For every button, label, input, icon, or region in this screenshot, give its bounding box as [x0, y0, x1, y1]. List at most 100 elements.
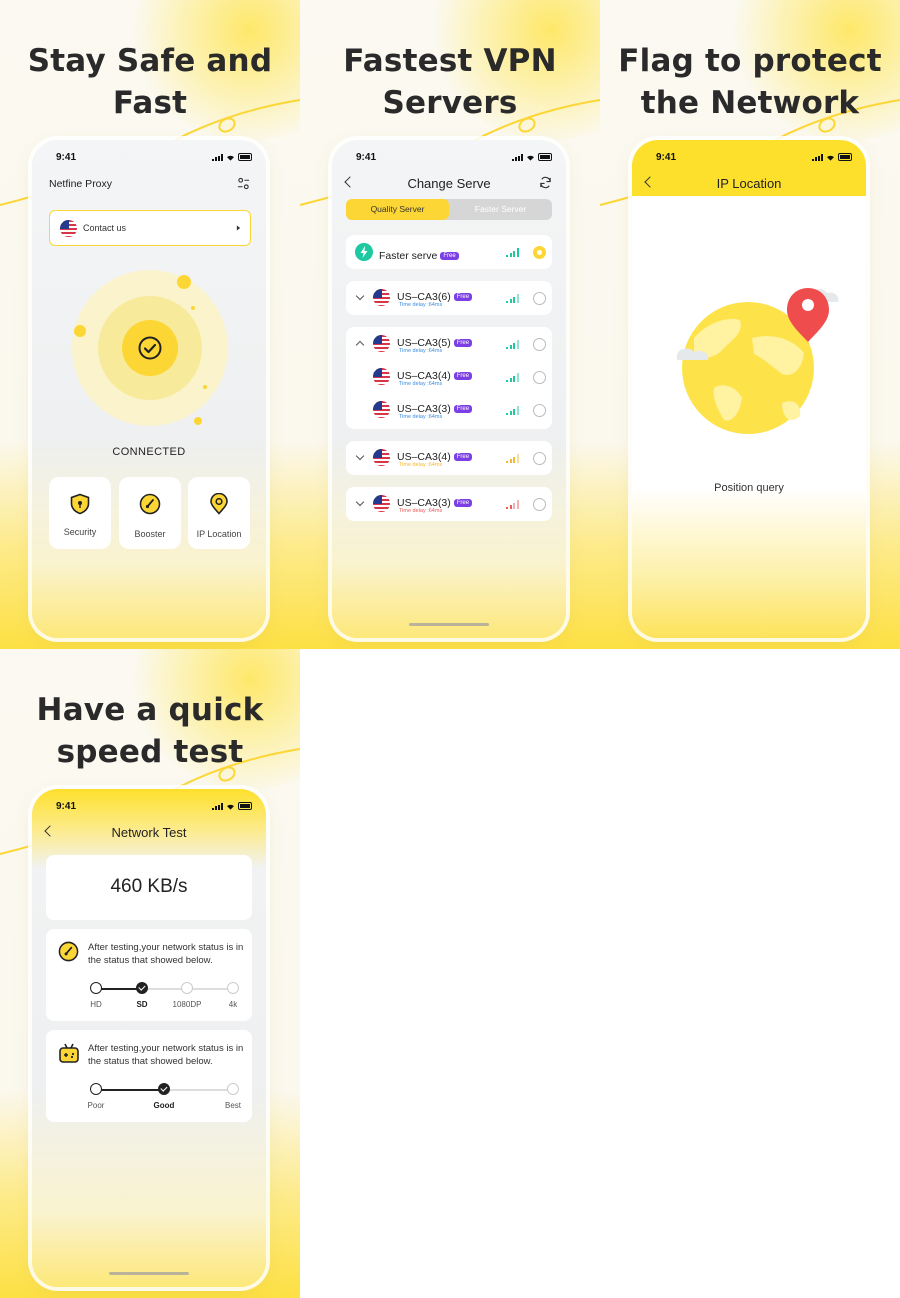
faster-serve-row[interactable]: Faster serve Free [346, 235, 552, 269]
wifi-icon [227, 155, 234, 161]
server-radio-selected[interactable] [533, 246, 546, 259]
page-title: Change Serve [407, 176, 491, 191]
phone-mockup: 9:41 Change Serve Quality Server Faster … [332, 140, 566, 638]
ip-location-feature-button[interactable]: IP Location [188, 477, 250, 549]
refresh-icon[interactable] [539, 176, 552, 189]
panel-ip-location: Flag to protect the Network 9:41 IP Loca… [600, 0, 900, 649]
signal-strength-icon [506, 294, 519, 303]
settings-sliders-icon[interactable] [237, 177, 250, 190]
status-bar: 9:41 [32, 140, 266, 170]
video-quality-card: After testing,your network status is in … [46, 929, 252, 1021]
wifi-icon [227, 804, 234, 810]
server-group-us-ca3-4[interactable]: US–CA3(4) Free Time delay :64ms [346, 441, 552, 475]
tab-faster-server[interactable]: Faster Server [449, 199, 552, 220]
progress-track [164, 1089, 233, 1091]
server-radio[interactable] [533, 292, 546, 305]
server-radio[interactable] [533, 338, 546, 351]
page-title: IP Location [716, 176, 782, 191]
free-badge: Free [453, 372, 473, 380]
server-radio[interactable] [533, 452, 546, 465]
check-circle-icon [138, 336, 162, 360]
us-flag-icon [373, 289, 390, 306]
step-best [227, 1083, 239, 1095]
status-bar: 9:41 [632, 140, 866, 170]
panel-fastest-servers: Fastest VPN Servers 9:41 Change Serve Qu… [300, 0, 600, 649]
server-radio[interactable] [533, 404, 546, 417]
us-flag-icon [373, 495, 390, 512]
status-icons [212, 802, 252, 810]
battery-icon [538, 153, 552, 161]
speed-gauge-icon [58, 941, 79, 962]
page-title: Network Test [111, 825, 187, 840]
contact-us-button[interactable]: Contact us [49, 210, 251, 246]
headline: Have a quick speed test [0, 689, 300, 773]
security-feature-button[interactable]: Security [49, 477, 111, 549]
progress-track-filled [96, 1089, 164, 1091]
time-delay: Time delay :64ms [399, 381, 443, 387]
status-time: 9:41 [356, 152, 377, 163]
connection-status-label: CONNECTED [112, 446, 186, 458]
panel-stay-safe: Stay Safe and Fast 9:41 Netfine Proxy Co… [0, 0, 300, 649]
step-label-hd: HD [90, 1000, 102, 1009]
status-time: 9:41 [656, 152, 677, 163]
battery-icon [238, 802, 252, 810]
home-indicator [409, 623, 489, 626]
free-badge: Free [440, 252, 459, 260]
arrow-right-icon [236, 225, 241, 231]
shield-icon [70, 493, 90, 515]
headline-line-1: Flag to protect [618, 43, 882, 79]
speed-gauge-icon [139, 493, 161, 515]
free-badge: Free [453, 453, 473, 461]
booster-feature-button[interactable]: Booster [119, 477, 181, 549]
step-sd-selected [136, 982, 148, 994]
free-badge: Free [453, 499, 473, 507]
chevron-down-icon[interactable] [355, 497, 365, 507]
free-badge: Free [453, 293, 473, 301]
phone-mockup: 9:41 Network Test 460 KB/s After testing… [32, 789, 266, 1287]
status-bar: 9:41 [332, 140, 566, 170]
ip-location-label: IP Location [196, 529, 242, 539]
us-flag-icon [60, 220, 77, 237]
chevron-down-icon[interactable] [355, 451, 365, 461]
cellular-signal-icon [212, 153, 223, 161]
cellular-signal-icon [512, 153, 523, 161]
server-group-us-ca3-3[interactable]: US–CA3(3) Free Time delay :64ms [346, 487, 552, 521]
us-flag-icon [373, 368, 390, 385]
location-pin-icon [210, 493, 228, 515]
server-radio[interactable] [533, 498, 546, 511]
server-type-tabs: Quality Server Faster Server [346, 199, 552, 220]
headline-line-1: Fastest VPN [343, 43, 557, 79]
cellular-signal-icon [812, 153, 823, 161]
step-label-1080dp: 1080DP [172, 1000, 202, 1009]
headline-line-2: Fast [112, 85, 188, 121]
status-icons [212, 153, 252, 161]
headline-line-1: Stay Safe and [27, 43, 273, 79]
phone-mockup: 9:41 IP Location Position query [632, 140, 866, 638]
free-badge: Free [453, 405, 473, 413]
signal-strength-icon [506, 340, 519, 349]
server-radio[interactable] [533, 371, 546, 384]
lightning-icon [355, 243, 373, 261]
headline-line-2: Servers [382, 85, 518, 121]
server-group-us-ca3-6[interactable]: US–CA3(6) Free Time delay :64ms [346, 281, 552, 315]
security-label: Security [63, 527, 97, 537]
signal-strength-icon [506, 248, 519, 257]
battery-icon [838, 153, 852, 161]
battery-icon [238, 153, 252, 161]
headline-line-2: the Network [640, 85, 860, 121]
faster-serve-label: Faster serve Free [379, 246, 459, 264]
server-group-us-ca3-5: US–CA3(5) Free Time delay :64ms US–CA3(4)… [346, 327, 552, 429]
nav-header: Change Serve [332, 168, 566, 198]
status-bar: 9:41 [32, 789, 266, 819]
network-status-message: After testing,your network status is in … [88, 942, 244, 966]
chevron-up-icon[interactable] [355, 340, 365, 350]
headline: Stay Safe and Fast [0, 40, 300, 124]
phone-mockup: 9:41 Netfine Proxy Contact us CONNECTED … [32, 140, 266, 638]
time-delay: Time delay :64ms [399, 462, 443, 468]
status-time: 9:41 [56, 801, 77, 812]
us-flag-icon [373, 335, 390, 352]
signal-strength-icon [506, 500, 519, 509]
us-flag-icon [373, 449, 390, 466]
tab-quality-server[interactable]: Quality Server [346, 199, 449, 220]
chevron-down-icon[interactable] [355, 291, 365, 301]
